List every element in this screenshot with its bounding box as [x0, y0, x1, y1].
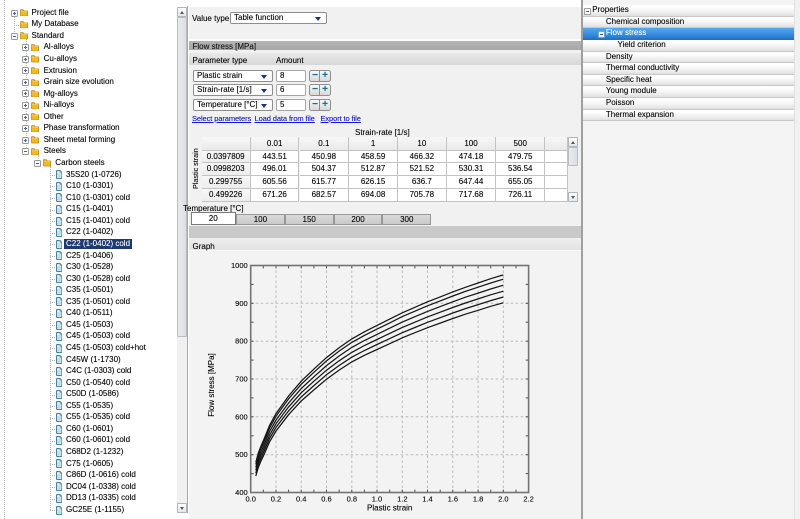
svg-text:900: 900 [235, 299, 248, 308]
svg-text:Plastic strain: Plastic strain [367, 504, 412, 513]
svg-text:2.0: 2.0 [498, 495, 508, 504]
svg-text:1.4: 1.4 [422, 495, 432, 504]
svg-text:1.0: 1.0 [372, 495, 382, 504]
svg-text:700: 700 [235, 375, 248, 384]
svg-text:0.6: 0.6 [321, 495, 331, 504]
svg-text:600: 600 [235, 412, 248, 421]
svg-text:1.6: 1.6 [448, 495, 458, 504]
svg-text:500: 500 [235, 450, 248, 459]
svg-text:1.8: 1.8 [473, 495, 483, 504]
svg-text:2.2: 2.2 [523, 495, 533, 504]
svg-text:0.0: 0.0 [245, 495, 255, 504]
svg-text:0.4: 0.4 [296, 495, 306, 504]
svg-text:0.8: 0.8 [347, 495, 357, 504]
svg-text:1000: 1000 [231, 261, 248, 270]
svg-text:0.2: 0.2 [271, 495, 281, 504]
svg-text:Flow stress [MPa]: Flow stress [MPa] [207, 353, 216, 417]
svg-text:800: 800 [235, 337, 248, 346]
svg-text:1.2: 1.2 [397, 495, 407, 504]
